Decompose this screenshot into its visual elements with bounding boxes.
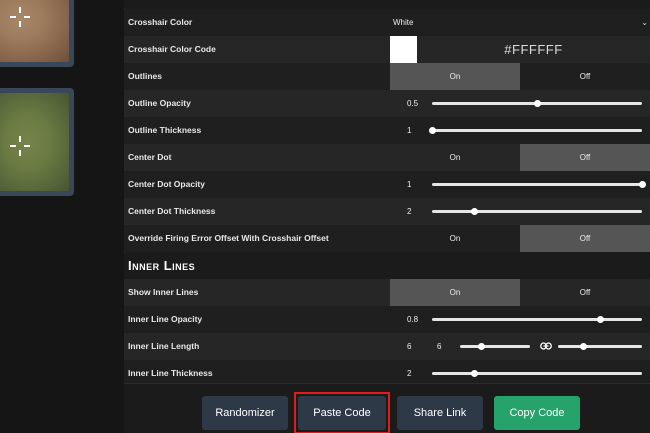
show-inner-lines-on-button[interactable]: On — [390, 279, 520, 306]
share-link-button[interactable]: Share Link — [397, 396, 483, 430]
section-title-crosshair: Crosshair — [124, 0, 650, 8]
slider-handle[interactable] — [471, 370, 478, 377]
row-center-dot-thickness: Center Dot Thickness 2 — [124, 198, 650, 225]
slider-value: 0.5 — [407, 99, 419, 108]
row-outline-opacity: Outline Opacity 0.5 — [124, 90, 650, 117]
outline-thickness-slider[interactable] — [432, 129, 642, 132]
row-center-dot: Center Dot On Off — [124, 144, 650, 171]
section-title-inner-lines: Inner Lines — [124, 253, 650, 279]
override-off-button[interactable]: Off — [520, 225, 650, 252]
slider-handle[interactable] — [429, 127, 436, 134]
center-dot-thickness-slider[interactable] — [432, 210, 642, 213]
slider-handle[interactable] — [639, 181, 646, 188]
show-inner-lines-off-button[interactable]: Off — [520, 279, 650, 306]
color-swatch[interactable] — [390, 36, 417, 63]
crosshair-color-value: White — [393, 18, 414, 27]
row-label: Override Firing Error Offset With Crossh… — [128, 233, 329, 243]
crosshair-editor: Crosshair Crosshair Color White ⌄ Crossh… — [0, 0, 650, 433]
color-code-input[interactable]: #FFFFFF — [417, 36, 650, 63]
inner-line-thickness-slider[interactable] — [432, 372, 642, 375]
row-show-inner-lines: Show Inner Lines On Off — [124, 279, 650, 306]
row-crosshair-color: Crosshair Color White ⌄ — [124, 9, 650, 36]
slider-handle[interactable] — [597, 316, 604, 323]
slider-value: 2 — [407, 207, 412, 216]
copy-code-button[interactable]: Copy Code — [494, 396, 580, 430]
row-label: Center Dot Opacity — [128, 179, 205, 189]
center-dot-on-button[interactable]: On — [390, 144, 520, 171]
row-label: Outlines — [128, 71, 163, 81]
center-dot-off-button[interactable]: Off — [520, 144, 650, 171]
override-on-button[interactable]: On — [390, 225, 520, 252]
crosshair-color-select[interactable]: White ⌄ — [390, 9, 650, 36]
row-label: Inner Line Length — [128, 341, 200, 351]
row-center-dot-opacity: Center Dot Opacity 1 — [124, 171, 650, 198]
highlight-box — [294, 392, 390, 433]
outlines-off-button[interactable]: Off — [520, 63, 650, 90]
action-bar: Randomizer Paste Code Share Link Copy Co… — [124, 383, 650, 433]
slider-handle[interactable] — [534, 100, 541, 107]
slider-value: 1 — [407, 180, 412, 189]
row-inner-line-length: Inner Line Length 6 6 — [124, 333, 650, 360]
row-crosshair-color-code: Crosshair Color Code #FFFFFF — [124, 36, 650, 63]
crosshair-preview-icon — [10, 7, 30, 27]
row-label: Center Dot Thickness — [128, 206, 216, 216]
crosshair-preview-grass — [0, 88, 74, 196]
slider-value: 1 — [407, 126, 412, 135]
center-dot-opacity-slider[interactable] — [432, 183, 642, 186]
row-label: Crosshair Color — [128, 17, 193, 27]
outlines-on-button[interactable]: On — [390, 63, 520, 90]
inner-line-length-secondary-slider[interactable] — [558, 345, 642, 348]
chevron-down-icon: ⌄ — [641, 18, 648, 27]
row-label: Center Dot — [128, 152, 172, 162]
randomizer-button[interactable]: Randomizer — [202, 396, 288, 430]
inner-line-opacity-slider[interactable] — [432, 318, 642, 321]
row-label: Crosshair Color Code — [128, 44, 216, 54]
row-label: Outline Thickness — [128, 125, 202, 135]
crosshair-preview-desert — [0, 0, 74, 67]
row-label: Outline Opacity — [128, 98, 191, 108]
slider-value: 0.8 — [407, 315, 419, 324]
row-outline-thickness: Outline Thickness 1 — [124, 117, 650, 144]
slider-handle[interactable] — [471, 208, 478, 215]
row-inner-line-opacity: Inner Line Opacity 0.8 — [124, 306, 650, 333]
row-outlines: Outlines On Off — [124, 63, 650, 90]
crosshair-preview-icon — [10, 136, 30, 156]
row-label: Inner Line Opacity — [128, 314, 203, 324]
row-override-firing-error: Override Firing Error Offset With Crossh… — [124, 225, 650, 252]
row-label: Show Inner Lines — [128, 287, 199, 297]
slider-handle[interactable] — [580, 343, 588, 350]
